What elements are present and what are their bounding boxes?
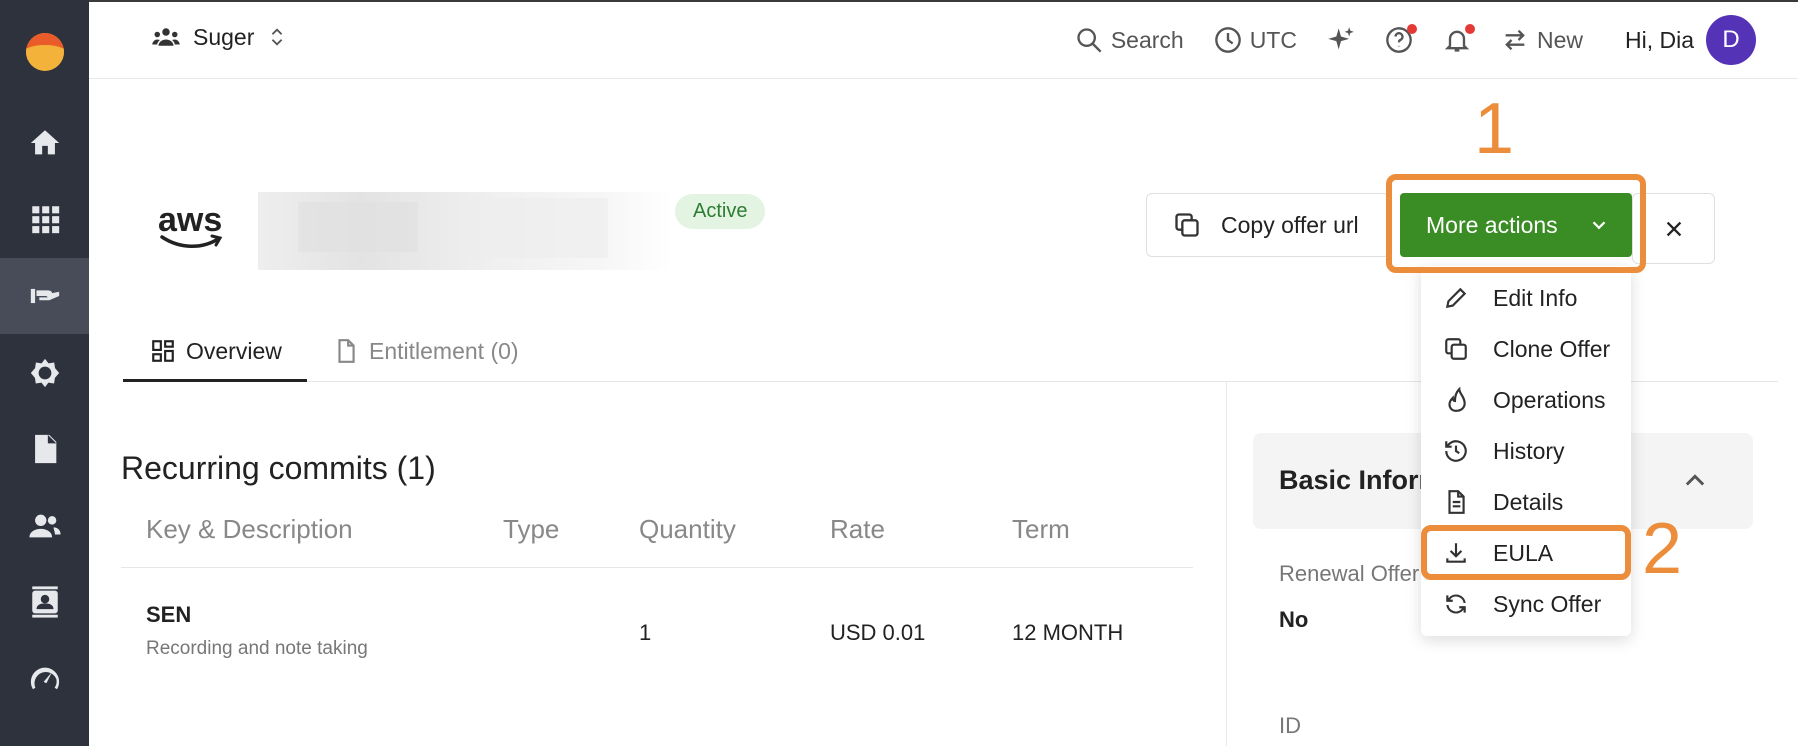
aws-logo: aws xyxy=(158,202,228,252)
renewal-offer-value: No xyxy=(1279,607,1309,632)
tab-entitlement-label: Entitlement (0) xyxy=(369,337,519,364)
document-lines-icon xyxy=(1448,490,1465,514)
apps-grid-icon[interactable] xyxy=(0,181,89,257)
org-name: Suger xyxy=(193,23,255,50)
clock-icon xyxy=(1214,27,1241,53)
home-icon[interactable] xyxy=(0,105,89,181)
id-label: ID xyxy=(1279,713,1301,738)
help-notification-dot xyxy=(1406,24,1417,34)
table-row[interactable]: SEN Recording and note taking 1 USD 0.01… xyxy=(121,590,1193,670)
annotation-number-2: 2 xyxy=(1642,509,1683,589)
offers-icon[interactable] xyxy=(0,258,89,334)
tab-entitlement[interactable]: Entitlement (0) xyxy=(333,322,519,380)
tab-overview-label: Overview xyxy=(186,337,282,364)
column-header: Term xyxy=(1012,514,1070,544)
commit-quantity: 1 xyxy=(639,620,652,645)
menu-item-label: Sync Offer xyxy=(1493,590,1602,617)
commit-key: SEN xyxy=(146,602,192,627)
file-icon xyxy=(338,339,355,363)
search-button[interactable]: Search xyxy=(1075,26,1184,54)
group-icon xyxy=(152,28,180,46)
copy-offer-url-label: Copy offer url xyxy=(1221,211,1359,238)
timezone-label: UTC xyxy=(1249,26,1297,53)
org-switcher[interactable]: Suger xyxy=(151,22,288,52)
basic-info-title: Basic Inform xyxy=(1279,465,1443,495)
menu-item-label: Clone Offer xyxy=(1493,335,1611,362)
menu-item-clone-offer[interactable]: Clone Offer xyxy=(1421,324,1631,374)
document-icon[interactable] xyxy=(0,411,89,487)
search-label: Search xyxy=(1110,26,1184,53)
avatar[interactable]: D xyxy=(1706,15,1756,65)
aws-smile-icon xyxy=(160,234,223,248)
dashboard-icon xyxy=(152,340,174,362)
annotation-box-step-2 xyxy=(1421,525,1631,580)
search-icon xyxy=(1077,28,1102,53)
menu-item-history[interactable]: History xyxy=(1421,426,1631,476)
pencil-icon xyxy=(1445,287,1467,309)
users-icon[interactable] xyxy=(0,488,89,564)
column-header: Rate xyxy=(830,514,885,544)
more-actions-menu: Edit Info Clone Offer Operations History… xyxy=(1421,266,1631,636)
menu-item-operations[interactable]: Operations xyxy=(1421,375,1631,425)
status-badge: Active xyxy=(675,194,766,229)
menu-item-details[interactable]: Details xyxy=(1421,477,1631,527)
menu-item-label: Details xyxy=(1493,488,1564,515)
renewal-offer-label: Renewal Offer xyxy=(1279,561,1420,586)
ai-sparkle-button[interactable] xyxy=(1327,26,1355,54)
copy-icon xyxy=(1175,213,1199,237)
table-header: Key & Description Type Quantity Rate Ter… xyxy=(121,504,1193,568)
dashboard-speed-icon[interactable] xyxy=(0,641,89,717)
sparkle-icon xyxy=(1328,27,1354,50)
notifications-button[interactable] xyxy=(1443,24,1475,54)
sync-icon xyxy=(1446,594,1466,614)
annotation-number-1: 1 xyxy=(1474,89,1515,169)
tab-overview[interactable]: Overview xyxy=(123,322,307,382)
timezone-button[interactable]: UTC xyxy=(1214,26,1297,54)
chevron-up-icon xyxy=(1685,474,1705,486)
menu-item-label: Operations xyxy=(1493,386,1606,413)
settings-gear-icon[interactable] xyxy=(0,335,89,411)
panel-divider xyxy=(1226,382,1227,746)
contacts-icon[interactable] xyxy=(0,564,89,640)
app-logo[interactable] xyxy=(26,33,64,71)
flame-icon xyxy=(1448,387,1466,412)
commit-rate: USD 0.01 xyxy=(830,620,926,645)
column-header: Quantity xyxy=(639,514,736,544)
new-label: New xyxy=(1536,26,1583,53)
help-button[interactable] xyxy=(1385,24,1417,54)
commit-term: 12 MONTH xyxy=(1012,620,1124,645)
column-header: Key & Description xyxy=(146,514,353,544)
copy-offer-url-button[interactable]: Copy offer url xyxy=(1146,193,1390,257)
annotation-box-step-1 xyxy=(1386,174,1646,273)
menu-item-label: History xyxy=(1493,437,1565,464)
menu-item-edit-info[interactable]: Edit Info xyxy=(1421,273,1631,323)
top-bar: Suger Search UTC New Hi, Dia D xyxy=(89,0,1798,79)
close-icon xyxy=(1666,221,1681,236)
commit-description: Recording and note taking xyxy=(146,638,368,659)
new-button[interactable]: New xyxy=(1501,26,1583,54)
swap-arrows-icon xyxy=(1505,29,1525,51)
column-header: Type xyxy=(503,514,560,544)
offer-name-redacted xyxy=(258,192,673,270)
notification-dot xyxy=(1464,24,1475,34)
chevron-updown-icon xyxy=(272,28,283,46)
menu-item-label: Edit Info xyxy=(1493,284,1578,311)
history-icon xyxy=(1445,440,1467,462)
menu-item-sync-offer[interactable]: Sync Offer xyxy=(1421,579,1631,629)
copy-icon xyxy=(1445,338,1467,360)
sidebar xyxy=(0,0,89,746)
user-greeting: Hi, Dia xyxy=(1624,26,1694,53)
section-title: Recurring commits (1) xyxy=(121,450,436,486)
